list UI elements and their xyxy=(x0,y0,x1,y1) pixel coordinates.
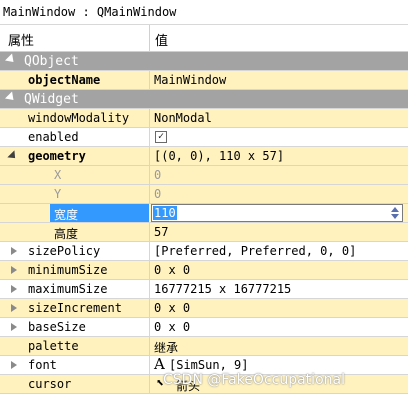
property-name: windowModality xyxy=(28,111,130,125)
property-tree: QObject objectName MainWindow QWidget wi… xyxy=(0,52,408,394)
column-separator[interactable] xyxy=(149,25,150,52)
column-header: 属性 值 xyxy=(0,25,408,52)
group-label: QObject xyxy=(24,54,79,69)
property-name: X xyxy=(54,168,62,182)
property-value[interactable]: 0 x 0 xyxy=(154,301,190,315)
spinbox-arrows-icon[interactable] xyxy=(389,206,401,220)
property-value[interactable]: MainWindow xyxy=(154,73,226,87)
property-value[interactable]: [(0, 0), 110 x 57] xyxy=(154,149,284,163)
watermark: CSDN @FakeOccupational xyxy=(163,372,345,388)
property-value[interactable]: NonModal xyxy=(154,111,212,125)
property-row-palette[interactable]: palette 继承 xyxy=(0,337,408,356)
collapse-arrow-icon[interactable] xyxy=(4,53,18,66)
row-separator xyxy=(149,128,150,146)
property-value: 0 xyxy=(154,168,162,182)
value-column-header[interactable]: 值 xyxy=(155,30,168,49)
row-separator xyxy=(149,71,150,89)
row-separator xyxy=(149,356,150,374)
expand-arrow-icon[interactable] xyxy=(11,323,17,331)
property-name: maximumSize xyxy=(28,282,108,296)
spin-up-icon[interactable] xyxy=(391,207,399,212)
property-column-header[interactable]: 属性 xyxy=(8,30,34,49)
property-value[interactable]: 继承 xyxy=(154,339,178,356)
selected-property-name[interactable]: 宽度 xyxy=(50,204,149,222)
property-name: baseSize xyxy=(28,320,86,334)
property-row-enabled[interactable]: enabled ✓ xyxy=(0,128,408,147)
row-separator xyxy=(149,242,150,260)
property-row-minimumsize[interactable]: minimumSize 0 x 0 xyxy=(0,261,408,280)
enabled-checkbox[interactable]: ✓ xyxy=(155,131,167,143)
property-name: cursor xyxy=(28,377,72,391)
property-name: 高度 xyxy=(54,227,79,241)
window-title-bar: MainWindow : QMainWindow xyxy=(0,0,408,25)
property-name: 宽度 xyxy=(54,208,79,222)
row-separator xyxy=(149,223,150,241)
expand-arrow-icon[interactable] xyxy=(11,361,17,369)
property-name: geometry xyxy=(28,149,86,163)
expand-arrow-icon[interactable] xyxy=(11,304,17,312)
row-separator xyxy=(149,147,150,165)
property-value[interactable]: 57 xyxy=(154,225,168,239)
window-title: MainWindow : QMainWindow xyxy=(3,5,177,19)
row-separator xyxy=(149,337,150,355)
property-row-windowmodality[interactable]: windowModality NonModal xyxy=(0,109,408,128)
collapse-arrow-icon[interactable] xyxy=(7,150,19,162)
property-value[interactable]: 0 x 0 xyxy=(154,320,190,334)
property-row-height[interactable]: 高度 57 xyxy=(0,223,408,242)
font-preview-icon: A xyxy=(154,355,165,373)
expand-arrow-icon[interactable] xyxy=(11,266,17,274)
property-name: minimumSize xyxy=(28,263,108,277)
property-value[interactable]: 0 x 0 xyxy=(154,263,190,277)
width-spinbox[interactable]: 110 xyxy=(151,204,403,222)
property-value[interactable]: [Preferred, Preferred, 0, 0] xyxy=(154,244,356,258)
property-row-geometry[interactable]: geometry [(0, 0), 110 x 57] xyxy=(0,147,408,166)
property-row-width[interactable]: 宽度 110 xyxy=(0,204,408,223)
row-separator xyxy=(149,261,150,279)
property-row-objectname[interactable]: objectName MainWindow xyxy=(0,71,408,90)
group-qwidget[interactable]: QWidget xyxy=(0,90,408,109)
property-name: objectName xyxy=(28,73,101,87)
expand-arrow-icon[interactable] xyxy=(11,247,17,255)
property-value[interactable]: 16777215 x 16777215 xyxy=(154,282,291,296)
property-row-sizepolicy[interactable]: sizePolicy [Preferred, Preferred, 0, 0] xyxy=(0,242,408,261)
expand-arrow-icon[interactable] xyxy=(11,285,17,293)
row-separator xyxy=(149,109,150,127)
row-separator xyxy=(149,375,150,393)
spin-down-icon[interactable] xyxy=(391,214,399,219)
row-separator xyxy=(149,280,150,298)
property-row-y[interactable]: Y 0 xyxy=(0,185,408,204)
group-qobject[interactable]: QObject xyxy=(0,52,408,71)
property-name: font xyxy=(28,358,57,372)
property-row-x[interactable]: X 0 xyxy=(0,166,408,185)
row-separator xyxy=(149,318,150,336)
property-name: palette xyxy=(28,339,79,353)
property-row-maximumsize[interactable]: maximumSize 16777215 x 16777215 xyxy=(0,280,408,299)
property-row-sizeincrement[interactable]: sizeIncrement 0 x 0 xyxy=(0,299,408,318)
group-label: QWidget xyxy=(24,92,79,107)
property-name: sizePolicy xyxy=(28,244,101,258)
collapse-arrow-icon[interactable] xyxy=(4,91,18,104)
property-name: Y xyxy=(54,187,62,201)
property-value: 0 xyxy=(154,187,162,201)
spinbox-value[interactable]: 110 xyxy=(153,206,177,220)
property-row-basesize[interactable]: baseSize 0 x 0 xyxy=(0,318,408,337)
row-separator xyxy=(149,299,150,317)
checkmark-icon: ✓ xyxy=(157,131,165,142)
row-separator xyxy=(149,166,150,184)
property-name: enabled xyxy=(28,130,79,144)
row-separator xyxy=(149,185,150,203)
property-value[interactable]: [SimSun, 9] xyxy=(169,358,248,372)
property-name: sizeIncrement xyxy=(28,301,122,315)
